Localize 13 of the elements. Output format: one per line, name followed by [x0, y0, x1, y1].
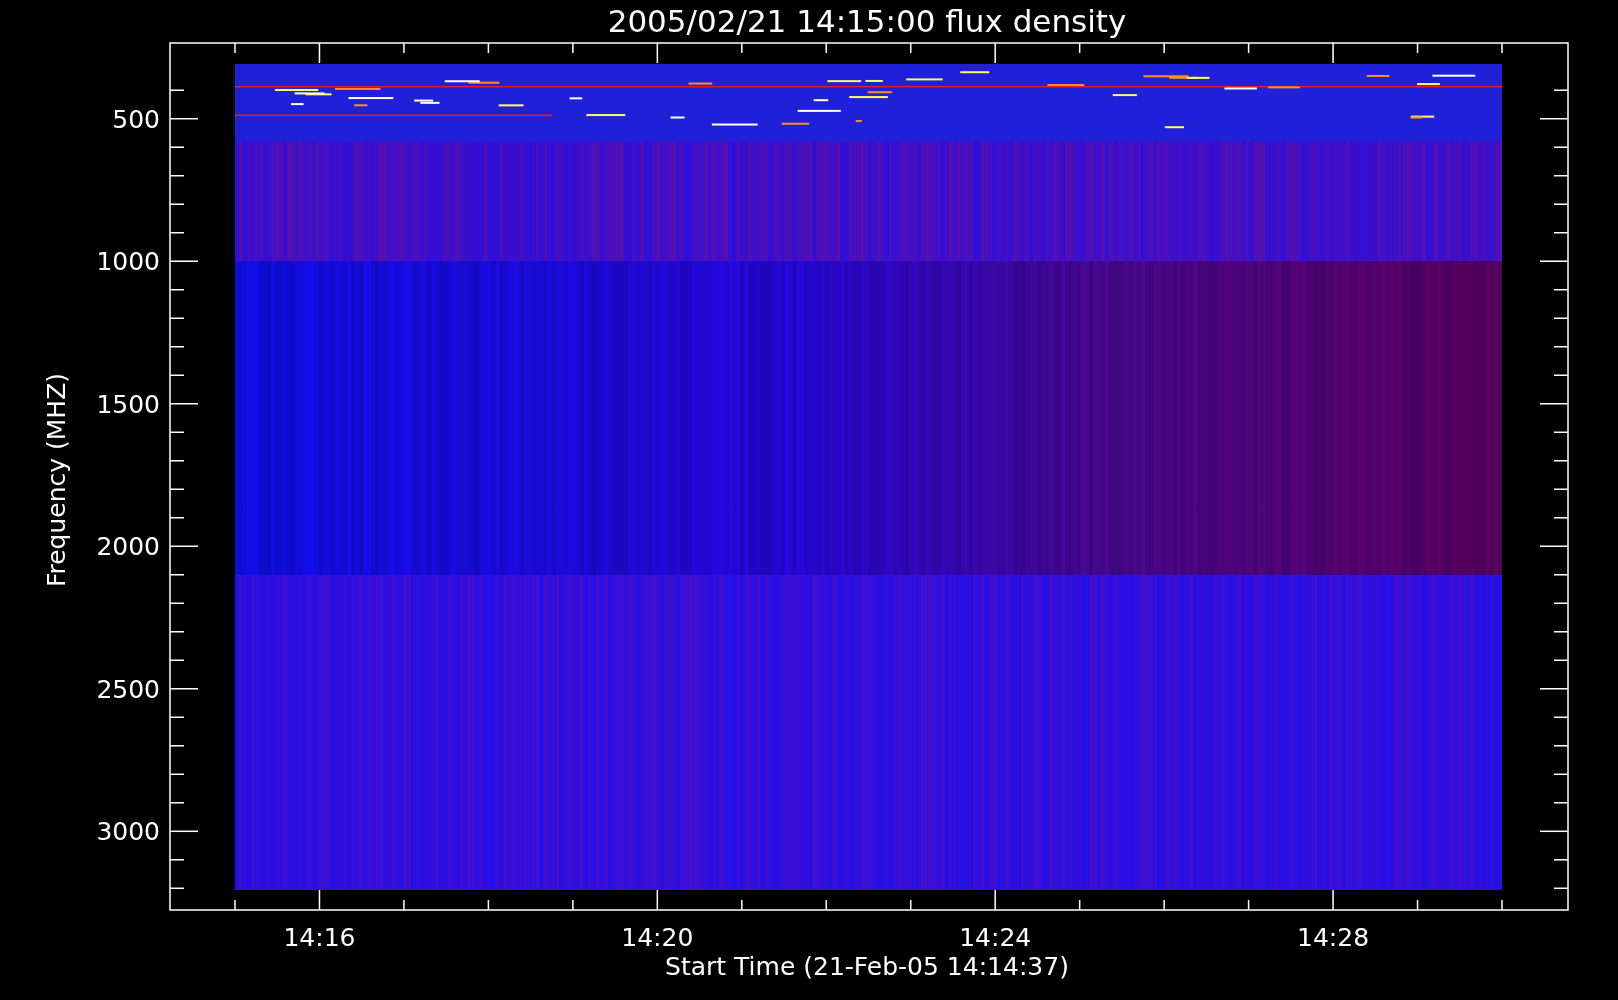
x-tick-label: 14:28: [1297, 923, 1370, 952]
plot-title: 2005/02/21 14:15:00 flux density: [607, 3, 1127, 39]
y-tick-label: 1000: [96, 247, 160, 277]
x-tick-label: 14:24: [959, 923, 1032, 952]
x-axis-title: Start Time (21-Feb-05 14:14:37): [665, 952, 1069, 981]
y-tick-label: 1500: [96, 389, 160, 419]
y-tick-label: 500: [112, 104, 160, 134]
y-tick-label: 2000: [96, 532, 160, 562]
y-axis-title: Frequency (MHZ): [42, 372, 71, 588]
x-tick-label: 14:20: [621, 923, 694, 952]
x-tick-label: 14:16: [283, 923, 356, 952]
y-tick-label: 3000: [96, 817, 160, 847]
y-tick-label: 2500: [96, 674, 160, 704]
